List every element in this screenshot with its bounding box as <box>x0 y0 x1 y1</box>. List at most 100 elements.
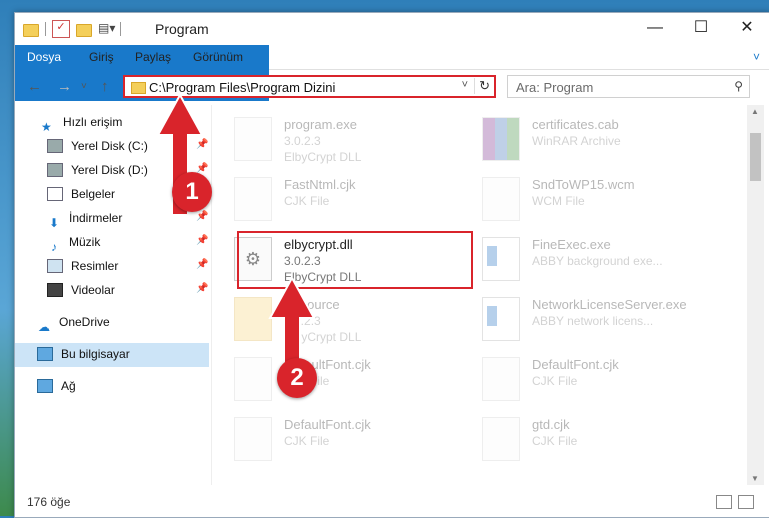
search-input[interactable]: Ara: Program ⚲ <box>507 75 750 98</box>
nav-item-disk-d[interactable]: Yerel Disk (D:) <box>47 159 148 181</box>
file-name: certificates.cab <box>532 117 619 132</box>
file-item[interactable]: SndToWP15.wcm WCM File <box>460 171 690 227</box>
toolbar-divider <box>45 22 46 36</box>
folder-icon[interactable] <box>23 24 39 37</box>
document-icon <box>47 187 63 201</box>
tab-share[interactable]: Paylaş <box>123 45 183 69</box>
file-type: WinRAR Archive <box>532 134 621 148</box>
toolbar-divider <box>120 22 121 36</box>
window-title: Program <box>155 21 209 37</box>
nav-item-this-pc[interactable]: Bu bilgisayar <box>37 343 130 365</box>
refresh-icon[interactable]: ↻ <box>474 78 490 94</box>
nav-item-onedrive[interactable]: ☁ OneDrive <box>37 311 110 334</box>
tab-view[interactable]: Görünüm <box>181 45 255 69</box>
scrollbar-thumb[interactable] <box>750 133 761 181</box>
chevron-down-icon[interactable]: ˅ <box>462 79 468 91</box>
file-name: DefaultFont.cjk <box>532 357 619 372</box>
nav-item-quick-access[interactable]: ★ Hızlı erişim <box>41 111 122 134</box>
video-icon <box>47 283 63 297</box>
file-item[interactable]: DefaultFont.cjk CJK File <box>212 411 442 467</box>
file-item[interactable]: FastNtml.cjk CJK File <box>212 171 442 227</box>
star-icon: ★ <box>41 120 52 134</box>
file-name: DefaultFont.cjk <box>284 417 371 432</box>
nav-item-network[interactable]: Ağ <box>37 375 76 397</box>
file-type: CJK File <box>284 194 330 208</box>
file-item[interactable]: Resource 3.0.2.3 ElbyCrypt DLL <box>212 291 442 347</box>
item-count: 176 öğe <box>27 495 71 509</box>
file-item[interactable]: FineExec.exe ABBY background exe... <box>460 231 690 287</box>
navigation-bar: ← → ˅ ↑ C:\Program Files\Program Dizini … <box>15 70 769 102</box>
tab-home[interactable]: Giriş <box>77 45 126 69</box>
drive-icon <box>47 139 63 153</box>
pin-icon[interactable]: 📌 <box>196 235 208 246</box>
ribbon-tabs: Dosya Giriş Paylaş Görünüm ˅ <box>15 45 769 101</box>
step-2-badge: 2 <box>277 358 317 398</box>
address-path: C:\Program Files\Program Dizini <box>149 80 336 95</box>
up-arrow-icon[interactable]: ↑ <box>101 78 109 95</box>
view-toggle <box>716 495 754 509</box>
file-name: gtd.cjk <box>532 417 570 432</box>
file-type: CJK File <box>532 434 578 448</box>
back-arrow-icon[interactable]: ← <box>27 78 42 95</box>
file-item[interactable]: gtd.cjk CJK File <box>460 411 690 467</box>
forward-arrow-icon[interactable]: → <box>57 78 72 95</box>
pin-icon[interactable]: 📌 <box>196 259 208 270</box>
file-icon <box>234 417 272 461</box>
file-item[interactable]: program.exe 3.0.2.3 ElbyCrypt DLL <box>212 111 442 167</box>
cloud-icon: ☁ <box>38 320 50 334</box>
archive-file-icon <box>482 117 520 161</box>
file-icon <box>234 177 272 221</box>
nav-item-pictures[interactable]: Resimler <box>47 255 118 277</box>
file-type: CJK File <box>532 374 578 388</box>
file-icon <box>482 417 520 461</box>
drive-icon <box>47 163 63 177</box>
minimize-button[interactable]: — <box>632 13 678 45</box>
file-type: CJK File <box>284 434 330 448</box>
file-icon <box>482 177 520 221</box>
nav-item-music[interactable]: ♪ Müzik <box>47 231 100 254</box>
explorer-window: ✓ ▤▾ Program — ☐ ✕ Dosya Giriş Paylaş Gö… <box>14 12 769 518</box>
file-name: program.exe <box>284 117 357 132</box>
step-1-badge: 1 <box>172 172 212 212</box>
nav-item-disk-c[interactable]: Yerel Disk (C:) <box>47 135 148 157</box>
exe-file-icon <box>482 237 520 281</box>
nav-item-documents[interactable]: Belgeler <box>47 183 115 205</box>
status-bar: 176 öğe <box>15 489 769 515</box>
file-name: FastNtml.cjk <box>284 177 356 192</box>
expand-ribbon-icon[interactable]: ˅ <box>741 45 769 69</box>
download-icon: ⬇ <box>48 216 60 230</box>
customize-toolbar-icon[interactable]: ▤▾ <box>98 21 115 37</box>
file-type: ABBY network licens... <box>532 314 654 328</box>
file-item[interactable]: certificates.cab WinRAR Archive <box>460 111 690 167</box>
file-item[interactable]: DefaultFont.cjk CJK File <box>460 351 690 407</box>
music-icon: ♪ <box>51 240 57 254</box>
search-placeholder: Ara: Program <box>516 80 594 95</box>
file-name: NetworkLicenseServer.exe <box>532 297 687 312</box>
quick-access-toolbar: ✓ ▤▾ <box>23 20 121 38</box>
nav-item-videos[interactable]: Videolar <box>47 279 115 301</box>
file-type: WCM File <box>532 194 585 208</box>
folder-icon <box>131 82 146 94</box>
scroll-up-icon[interactable]: ▲ <box>751 107 759 116</box>
file-item[interactable]: DefaultFont.cjk CJK File <box>212 351 442 407</box>
new-folder-icon[interactable] <box>76 24 92 37</box>
close-button[interactable]: ✕ <box>724 13 769 45</box>
large-icons-view-icon[interactable] <box>738 495 754 509</box>
vertical-scrollbar[interactable]: ▲ ▼ <box>747 105 764 485</box>
maximize-button[interactable]: ☐ <box>678 13 724 45</box>
recent-locations-icon[interactable]: ˅ <box>81 81 87 92</box>
pin-icon[interactable]: 📌 <box>196 283 208 294</box>
file-icon <box>482 357 520 401</box>
picture-icon <box>47 259 63 273</box>
properties-icon[interactable]: ✓ <box>52 20 70 38</box>
details-view-icon[interactable] <box>716 495 732 509</box>
file-version: 3.0.2.3 <box>284 134 321 148</box>
nav-item-downloads[interactable]: ⬇ İndirmeler <box>47 207 122 230</box>
file-description: ElbyCrypt DLL <box>284 150 362 164</box>
title-bar: ✓ ▤▾ Program — ☐ ✕ <box>15 13 769 45</box>
exe-file-icon <box>234 117 272 161</box>
file-item[interactable]: NetworkLicenseServer.exe ABBY network li… <box>460 291 690 347</box>
search-icon[interactable]: ⚲ <box>734 79 743 93</box>
computer-icon <box>37 347 53 361</box>
scroll-down-icon[interactable]: ▼ <box>751 474 759 483</box>
